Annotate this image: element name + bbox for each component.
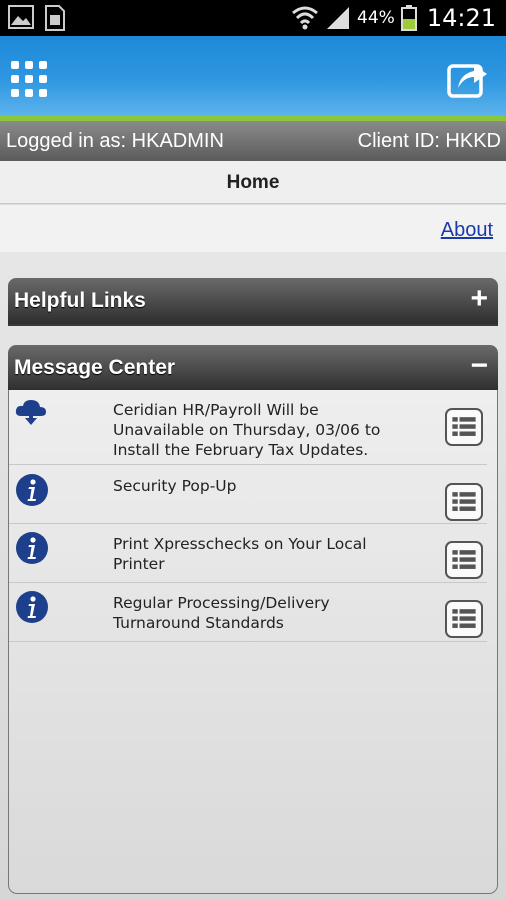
- list-details-icon[interactable]: [445, 600, 483, 638]
- cloud-download-icon: [15, 400, 46, 425]
- message-text: Ceridian HR/Payroll Will be Unavailable …: [113, 401, 381, 459]
- page-title: Home: [0, 161, 506, 204]
- client-id-label: Client ID: HKKD: [357, 130, 501, 152]
- info-icon: [16, 474, 48, 506]
- gallery-icon: [8, 5, 34, 29]
- message-text: Security Pop-Up: [113, 477, 237, 495]
- signal-icon: [327, 7, 350, 29]
- message-item[interactable]: Regular Processing/Delivery Turnaround S…: [9, 583, 487, 642]
- message-center-header[interactable]: Message Center −: [8, 345, 498, 391]
- helpful-links-divider: [8, 324, 498, 326]
- about-row: About: [0, 205, 506, 252]
- app-bar: [0, 36, 506, 116]
- helpful-links-header[interactable]: Helpful Links +: [8, 278, 498, 324]
- expand-icon[interactable]: +: [470, 282, 488, 316]
- message-center-title: Message Center: [14, 356, 176, 379]
- battery-percent: 44%: [357, 8, 395, 28]
- message-item[interactable]: Security Pop-Up: [9, 465, 487, 524]
- message-item[interactable]: Print Xpresschecks on Your Local Printer: [9, 524, 487, 583]
- collapse-icon[interactable]: −: [470, 349, 488, 383]
- message-list: Ceridian HR/Payroll Will be Unavailable …: [8, 390, 498, 894]
- message-item[interactable]: Ceridian HR/Payroll Will be Unavailable …: [9, 390, 487, 465]
- message-text: Regular Processing/Delivery Turnaround S…: [113, 594, 330, 632]
- share-icon[interactable]: [446, 56, 490, 100]
- list-details-icon[interactable]: [445, 541, 483, 579]
- clock: 14:21: [426, 4, 496, 32]
- list-details-icon[interactable]: [445, 408, 483, 446]
- info-icon: [16, 532, 48, 564]
- info-icon: [16, 591, 48, 623]
- grid-menu-icon[interactable]: [10, 60, 48, 98]
- helpful-links-title: Helpful Links: [14, 289, 146, 312]
- status-bar: 44% 14:21: [0, 0, 506, 36]
- wifi-icon: [292, 6, 318, 30]
- logged-in-label: Logged in as: HKADMIN: [6, 130, 224, 152]
- message-text: Print Xpresschecks on Your Local Printer: [113, 535, 367, 573]
- login-bar: Logged in as: HKADMIN Client ID: HKKD: [0, 121, 506, 161]
- sim-card-icon: [45, 5, 65, 31]
- about-link[interactable]: About: [441, 219, 493, 242]
- list-details-icon[interactable]: [445, 483, 483, 521]
- battery-icon: [400, 5, 417, 31]
